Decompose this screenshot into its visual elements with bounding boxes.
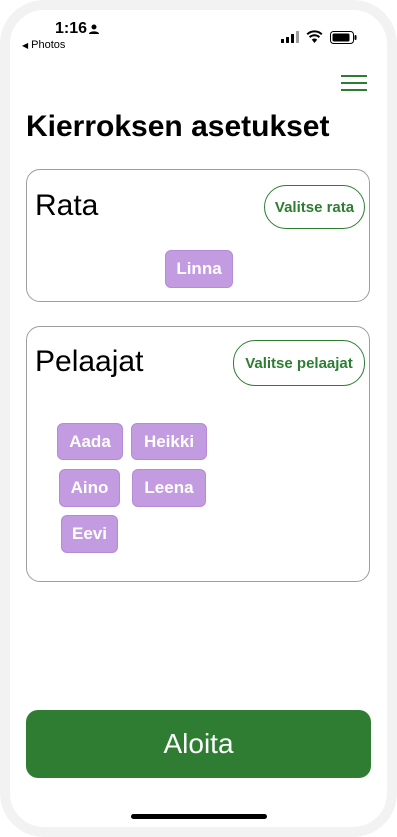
players-card: Pelaajat Valitse pelaajat Aada Heikki Ai… <box>26 326 370 582</box>
player-chip: Aino <box>59 469 120 507</box>
select-players-button[interactable]: Valitse pelaajat <box>233 340 365 386</box>
player-chip: Heikki <box>131 423 207 460</box>
battery-icon <box>330 31 357 44</box>
course-section-title: Rata <box>35 189 99 222</box>
page-title: Kierroksen asetukset <box>26 110 330 143</box>
selected-course-chip: Linna <box>165 250 233 288</box>
back-app-label: Photos <box>31 39 66 51</box>
wifi-icon <box>306 30 323 43</box>
start-round-button[interactable]: Aloita <box>26 710 371 778</box>
back-to-app-link[interactable]: ◀ Photos <box>22 39 65 51</box>
player-chip: Aada <box>57 423 123 460</box>
home-indicator[interactable] <box>131 814 267 819</box>
hamburger-menu-icon[interactable] <box>339 74 369 92</box>
status-time: 1:16 <box>55 20 88 37</box>
back-arrow-icon: ◀ <box>22 40 29 50</box>
course-card: Rata Valitse rata Linna <box>26 169 370 302</box>
select-course-button[interactable]: Valitse rata <box>264 185 365 229</box>
players-section-title: Pelaajat <box>35 345 144 378</box>
player-chip: Eevi <box>61 515 118 553</box>
person-icon <box>89 24 99 34</box>
cellular-signal-icon <box>281 31 299 43</box>
status-bar: 1:16 ◀ Photos <box>0 0 397 55</box>
player-chip: Leena <box>132 469 206 507</box>
